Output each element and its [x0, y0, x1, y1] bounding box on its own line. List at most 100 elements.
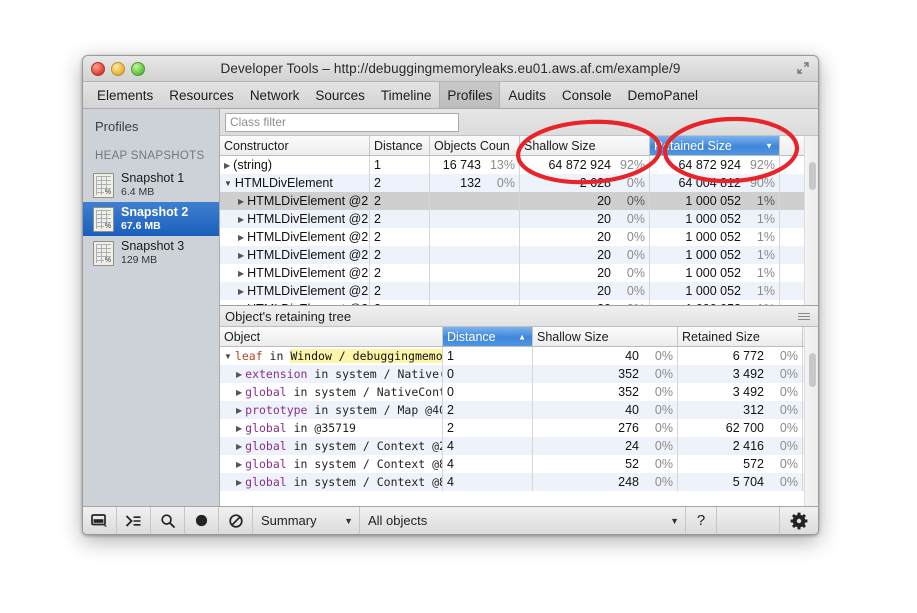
table-row[interactable]: ▶global in system / NativeCont03520%3 49…: [220, 383, 818, 401]
percent: 0%: [611, 194, 649, 208]
percent: 0%: [764, 385, 802, 399]
triangle-right-icon[interactable]: ▶: [236, 478, 242, 487]
constructors-col-constructor[interactable]: Constructor: [220, 136, 370, 155]
tab-timeline[interactable]: Timeline: [373, 82, 440, 108]
constructors-col-distance[interactable]: Distance: [370, 136, 430, 155]
triangle-down-icon[interactable]: ▼: [224, 352, 232, 361]
table-row[interactable]: ▶HTMLDivElement @22200%1 000 0521%: [220, 210, 818, 228]
value: 3 492: [733, 367, 764, 381]
tab-resources[interactable]: Resources: [161, 82, 242, 108]
table-row[interactable]: ▶global in system / Context @24240%2 416…: [220, 437, 818, 455]
object-filter-select[interactable]: All objects ▼: [360, 507, 686, 534]
triangle-right-icon[interactable]: ▶: [238, 269, 244, 278]
gear-icon[interactable]: [780, 507, 818, 534]
snapshot-item-2[interactable]: %Snapshot 267.6 MB: [83, 202, 219, 236]
table-row[interactable]: ▶HTMLDivElement @22200%1 000 0521%: [220, 192, 818, 210]
distance-cell: 1: [370, 156, 430, 174]
triangle-right-icon[interactable]: ▶: [238, 287, 244, 296]
retaining-col-object[interactable]: Object: [220, 327, 443, 346]
table-row[interactable]: ▶global in @3571922760%62 7000%: [220, 419, 818, 437]
tab-elements[interactable]: Elements: [89, 82, 161, 108]
table-row[interactable]: ▼leaf in Window / debuggingmemo1400%6 77…: [220, 347, 818, 365]
retaining-col-retained-size[interactable]: Retained Size: [678, 327, 803, 346]
object-cell: ▶global in @35719: [220, 419, 443, 437]
triangle-right-icon[interactable]: ▶: [236, 388, 242, 397]
table-row[interactable]: ▶HTMLDivElement @22200%1 000 0521%: [220, 282, 818, 300]
triangle-right-icon[interactable]: ▶: [236, 424, 242, 433]
tab-sources[interactable]: Sources: [307, 82, 373, 108]
record-circle-icon[interactable]: [185, 507, 219, 534]
shallow-size-cell: 2 6280%: [520, 174, 650, 192]
tab-audits[interactable]: Audits: [500, 82, 554, 108]
object-context: system / Context @2: [314, 439, 443, 453]
retaining-tree-scrollbar-thumb[interactable]: [809, 353, 816, 387]
shallow-size-cell: 240%: [533, 437, 678, 455]
tab-profiles[interactable]: Profiles: [439, 82, 500, 108]
window-title: Developer Tools – http://debuggingmemory…: [83, 61, 818, 76]
clear-prohibited-icon[interactable]: [219, 507, 253, 534]
minimize-button[interactable]: [111, 62, 125, 76]
object-in-keyword: in: [287, 475, 315, 489]
triangle-right-icon[interactable]: ▶: [236, 406, 242, 415]
percent: 0%: [764, 403, 802, 417]
help-button[interactable]: ?: [686, 507, 717, 534]
percent: 0%: [611, 284, 649, 298]
column-header-label: Shallow Size: [537, 330, 609, 344]
constructors-col-shallow-size[interactable]: Shallow Size: [520, 136, 650, 155]
triangle-right-icon[interactable]: ▶: [236, 370, 242, 379]
table-row[interactable]: ▶global in system / Context @84520%5720%: [220, 455, 818, 473]
triangle-right-icon[interactable]: ▶: [238, 251, 244, 260]
triangle-right-icon[interactable]: ▶: [224, 161, 230, 170]
triangle-right-icon[interactable]: ▶: [238, 215, 244, 224]
table-row[interactable]: ▶HTMLDivElement @22200%1 000 0521%: [220, 228, 818, 246]
percent: 0%: [611, 212, 649, 226]
search-icon[interactable]: [151, 507, 185, 534]
object-name: extension: [245, 367, 307, 381]
snapshot-item-3[interactable]: %Snapshot 3129 MB: [83, 236, 219, 270]
close-button[interactable]: [91, 62, 105, 76]
percent: 0%: [611, 266, 649, 280]
table-row[interactable]: ▶global in system / Context @842480%5 70…: [220, 473, 818, 491]
tab-network[interactable]: Network: [242, 82, 308, 108]
object-in-keyword: in: [287, 439, 315, 453]
constructors-col-retained-size[interactable]: Retained Size▼: [650, 136, 780, 155]
constructors-col-objects-coun[interactable]: Objects Coun: [430, 136, 520, 155]
object-path: global in system / Context @2: [245, 439, 443, 453]
console-prompt-icon[interactable]: [117, 507, 151, 534]
class-filter-input[interactable]: [225, 113, 459, 132]
triangle-down-icon[interactable]: ▼: [224, 179, 232, 188]
view-mode-select[interactable]: Summary ▼: [253, 507, 360, 534]
shallow-size-cell: 400%: [533, 347, 678, 365]
table-row[interactable]: ▶prototype in system / Map @402400%3120%: [220, 401, 818, 419]
triangle-right-icon[interactable]: ▶: [238, 197, 244, 206]
dock-window-icon[interactable]: [83, 507, 117, 534]
retained-size-cell: 6 7720%: [678, 347, 803, 365]
value: 52: [625, 457, 639, 471]
shallow-size-cell: 64 872 92492%: [520, 156, 650, 174]
zoom-button[interactable]: [131, 62, 145, 76]
snapshot-item-1[interactable]: %Snapshot 16.4 MB: [83, 168, 219, 202]
triangle-right-icon[interactable]: ▶: [236, 442, 242, 451]
hamburger-icon[interactable]: [798, 313, 810, 320]
object-name: global: [245, 385, 287, 399]
tab-demopanel[interactable]: DemoPanel: [619, 82, 706, 108]
triangle-right-icon[interactable]: ▶: [236, 460, 242, 469]
table-row[interactable]: ▼HTMLDivElement21320%2 6280%64 004 81290…: [220, 174, 818, 192]
triangle-right-icon[interactable]: ▶: [238, 305, 244, 306]
snapshot-size: 67.6 MB: [121, 220, 188, 233]
object-in-keyword: in: [263, 349, 291, 363]
retained-size-cell: 62 7000%: [678, 419, 803, 437]
constructors-scrollbar-thumb[interactable]: [809, 162, 816, 190]
retaining-col-shallow-size[interactable]: Shallow Size: [533, 327, 678, 346]
fullscreen-arrows-icon[interactable]: [796, 61, 810, 75]
snapshot-name: Snapshot 2: [121, 205, 188, 220]
tab-console[interactable]: Console: [554, 82, 620, 108]
table-row[interactable]: ▶HTMLDivElement @22200%1 000 0521%: [220, 264, 818, 282]
retaining-col-distance[interactable]: Distance▲: [443, 327, 533, 346]
table-row[interactable]: ▶(string)116 74313%64 872 92492%64 872 9…: [220, 156, 818, 174]
percent: 1%: [741, 212, 779, 226]
table-row[interactable]: ▶extension in system / Native(03520%3 49…: [220, 365, 818, 383]
triangle-right-icon[interactable]: ▶: [238, 233, 244, 242]
table-row[interactable]: ▶HTMLDivElement @22200%1 000 0521%: [220, 300, 818, 305]
table-row[interactable]: ▶HTMLDivElement @22200%1 000 0521%: [220, 246, 818, 264]
